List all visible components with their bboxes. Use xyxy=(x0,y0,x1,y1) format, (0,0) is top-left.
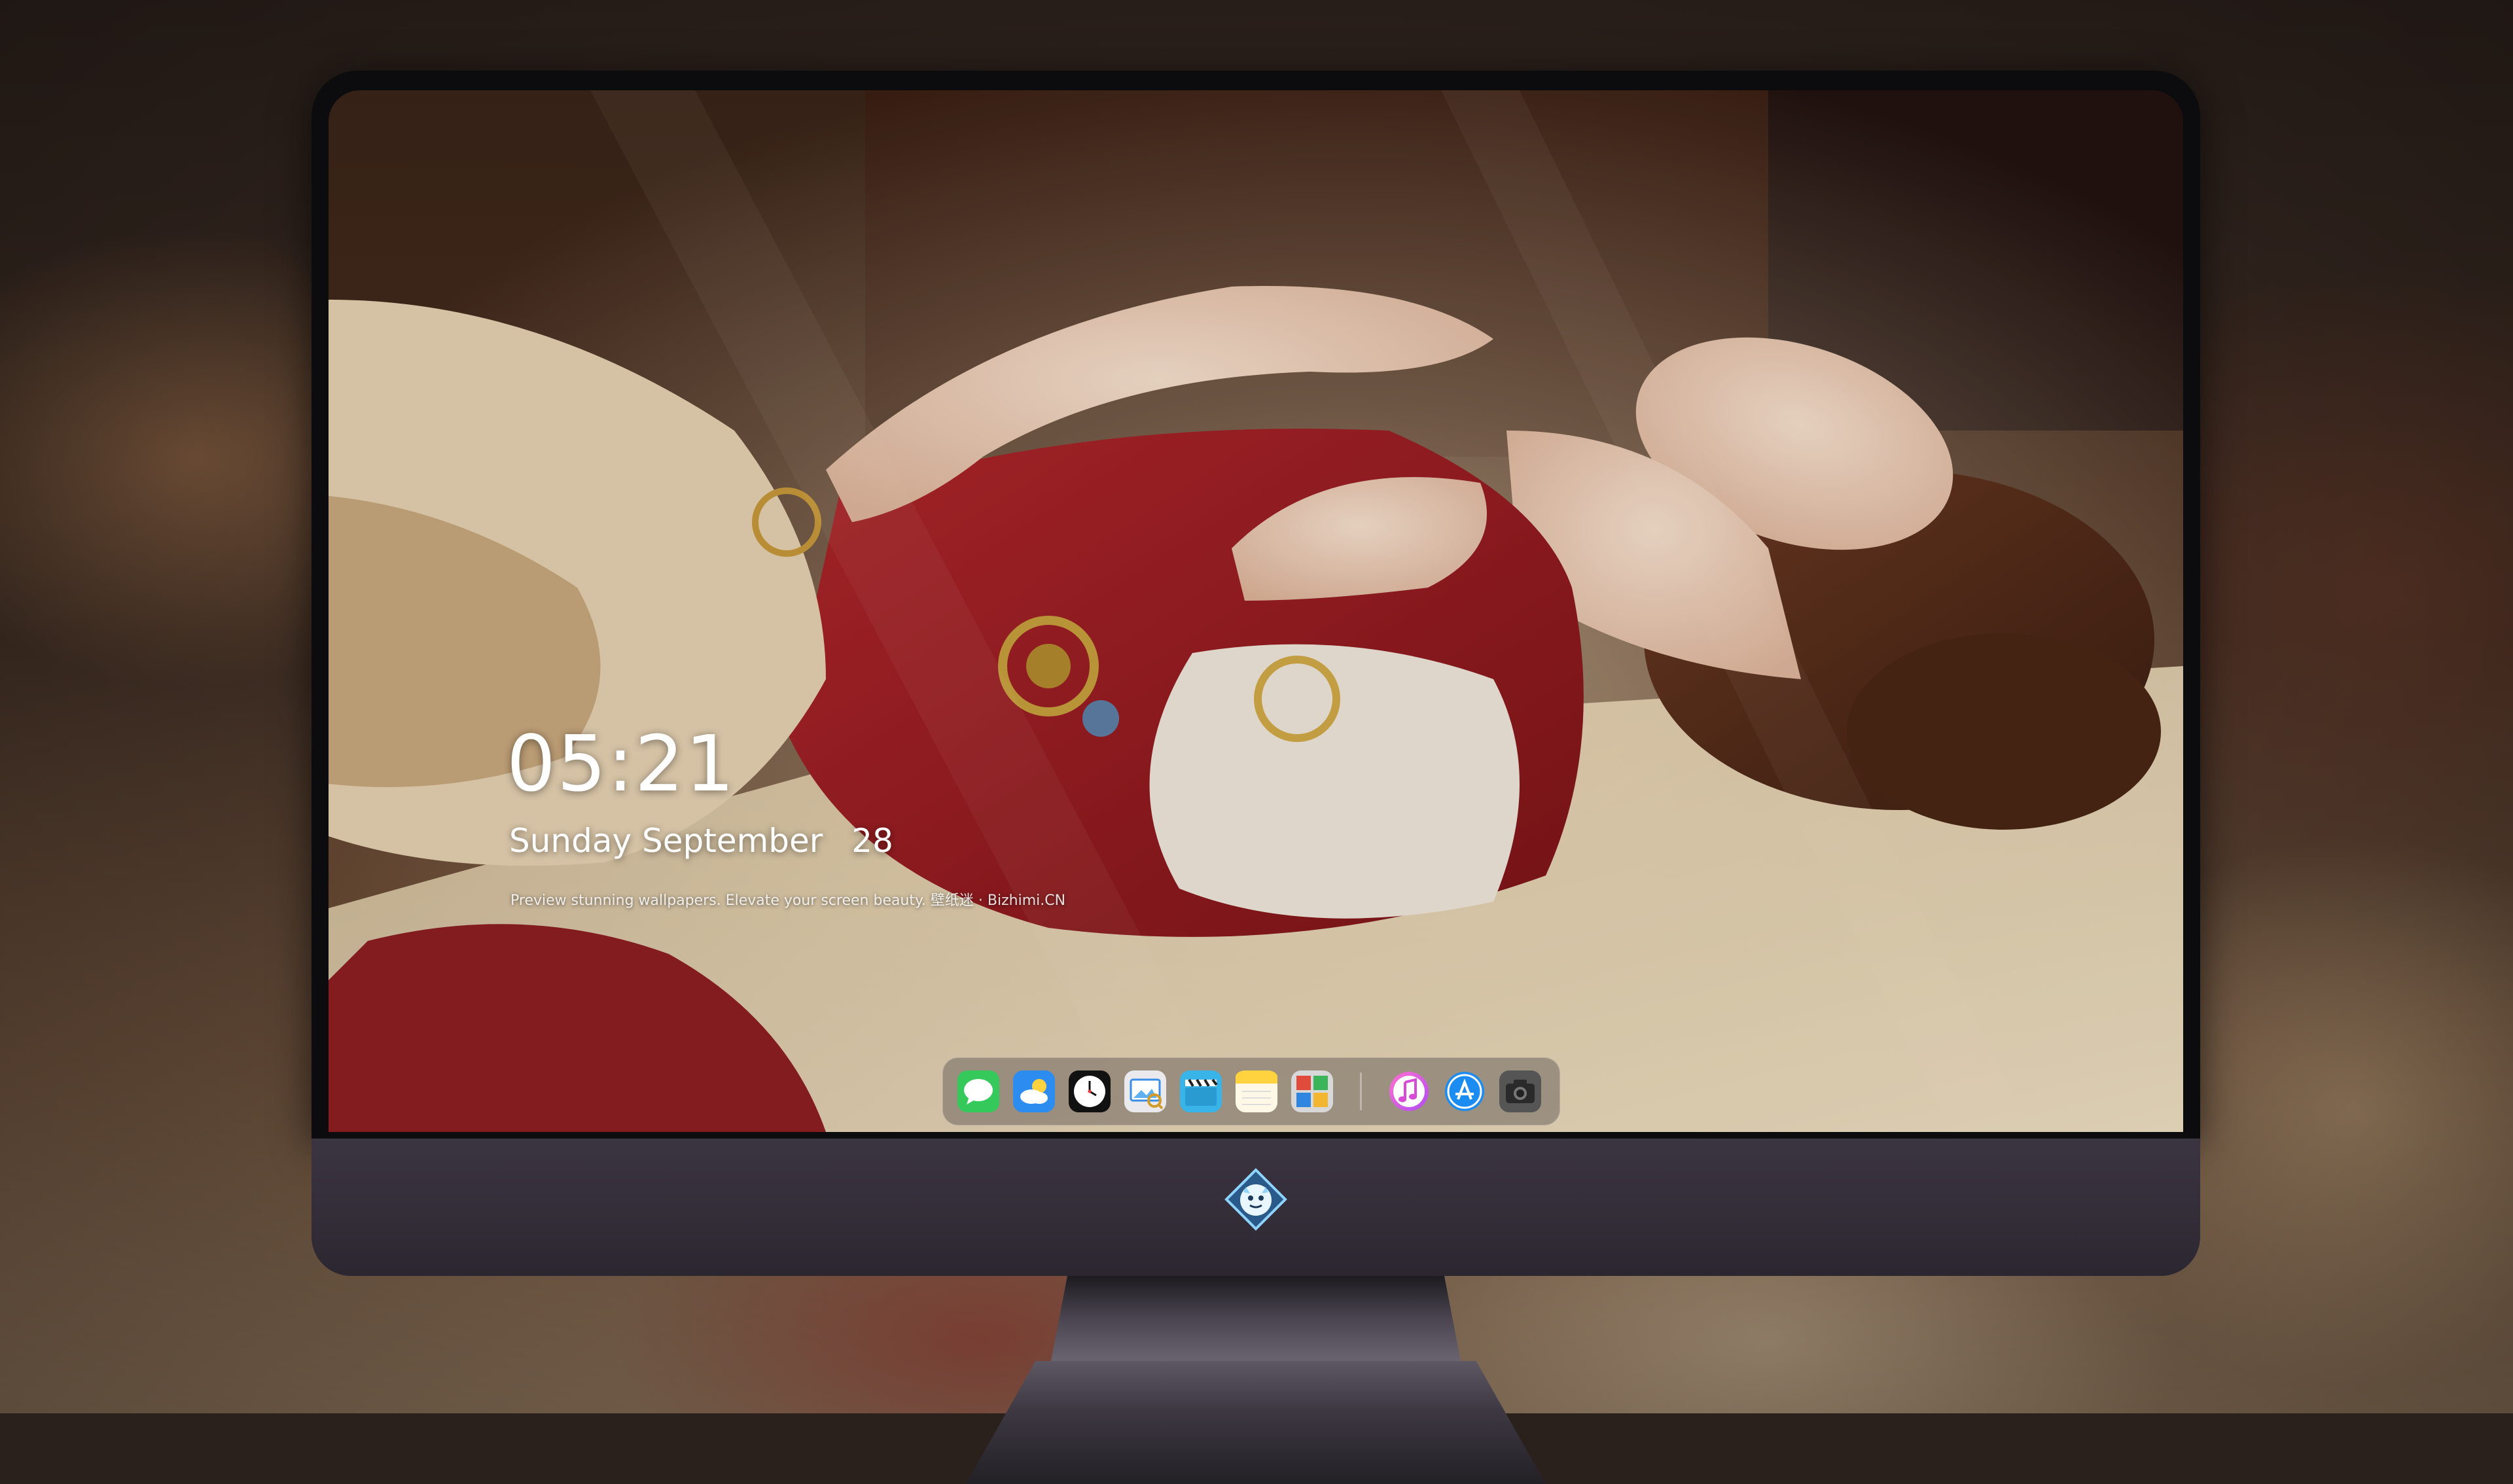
dock-item-photo-booth[interactable] xyxy=(1291,1070,1333,1112)
weekday: Sunday xyxy=(509,822,632,860)
dock-item-camera[interactable] xyxy=(1499,1070,1541,1112)
dock-item-messages[interactable] xyxy=(957,1070,999,1112)
photo-booth-icon xyxy=(1291,1070,1333,1112)
screen: 05:21 Sunday September 28 Preview stunni… xyxy=(329,90,2183,1132)
dock-item-preview[interactable] xyxy=(1124,1070,1166,1112)
camera-icon xyxy=(1499,1070,1541,1112)
wallpaper xyxy=(329,90,2183,1132)
dock-item-weather[interactable] xyxy=(1013,1070,1055,1112)
dock-item-notes[interactable] xyxy=(1236,1070,1277,1112)
clock-icon xyxy=(1069,1070,1111,1112)
monitor-stand-base xyxy=(966,1361,1546,1484)
dock-divider xyxy=(1360,1072,1362,1110)
dock-item-clips[interactable] xyxy=(1180,1070,1222,1112)
clapperboard-icon xyxy=(1180,1070,1222,1112)
notes-icon xyxy=(1236,1070,1277,1112)
app-store-icon xyxy=(1445,1072,1484,1111)
month: September xyxy=(642,822,823,860)
messages-icon xyxy=(957,1070,999,1112)
dock-item-app-store[interactable] xyxy=(1444,1070,1486,1112)
preview-icon xyxy=(1124,1070,1166,1112)
dock-item-clock[interactable] xyxy=(1069,1070,1111,1112)
lock-screen-time: 05:21 xyxy=(507,718,736,809)
monitor-bezel: 05:21 Sunday September 28 Preview stunni… xyxy=(312,71,2200,1139)
music-icon xyxy=(1389,1072,1429,1111)
dragon-mascot-logo-icon xyxy=(1224,1167,1288,1231)
dock-item-music[interactable] xyxy=(1388,1070,1430,1112)
monitor: 05:21 Sunday September 28 Preview stunni… xyxy=(312,71,2200,1484)
monitor-stand-neck xyxy=(1051,1276,1461,1361)
day-number: 28 xyxy=(851,822,893,860)
wallpaper-tagline: Preview stunning wallpapers. Elevate you… xyxy=(510,892,1066,909)
lock-screen-date: Sunday September 28 xyxy=(509,822,893,860)
dock xyxy=(942,1057,1560,1125)
weather-icon xyxy=(1013,1070,1055,1112)
